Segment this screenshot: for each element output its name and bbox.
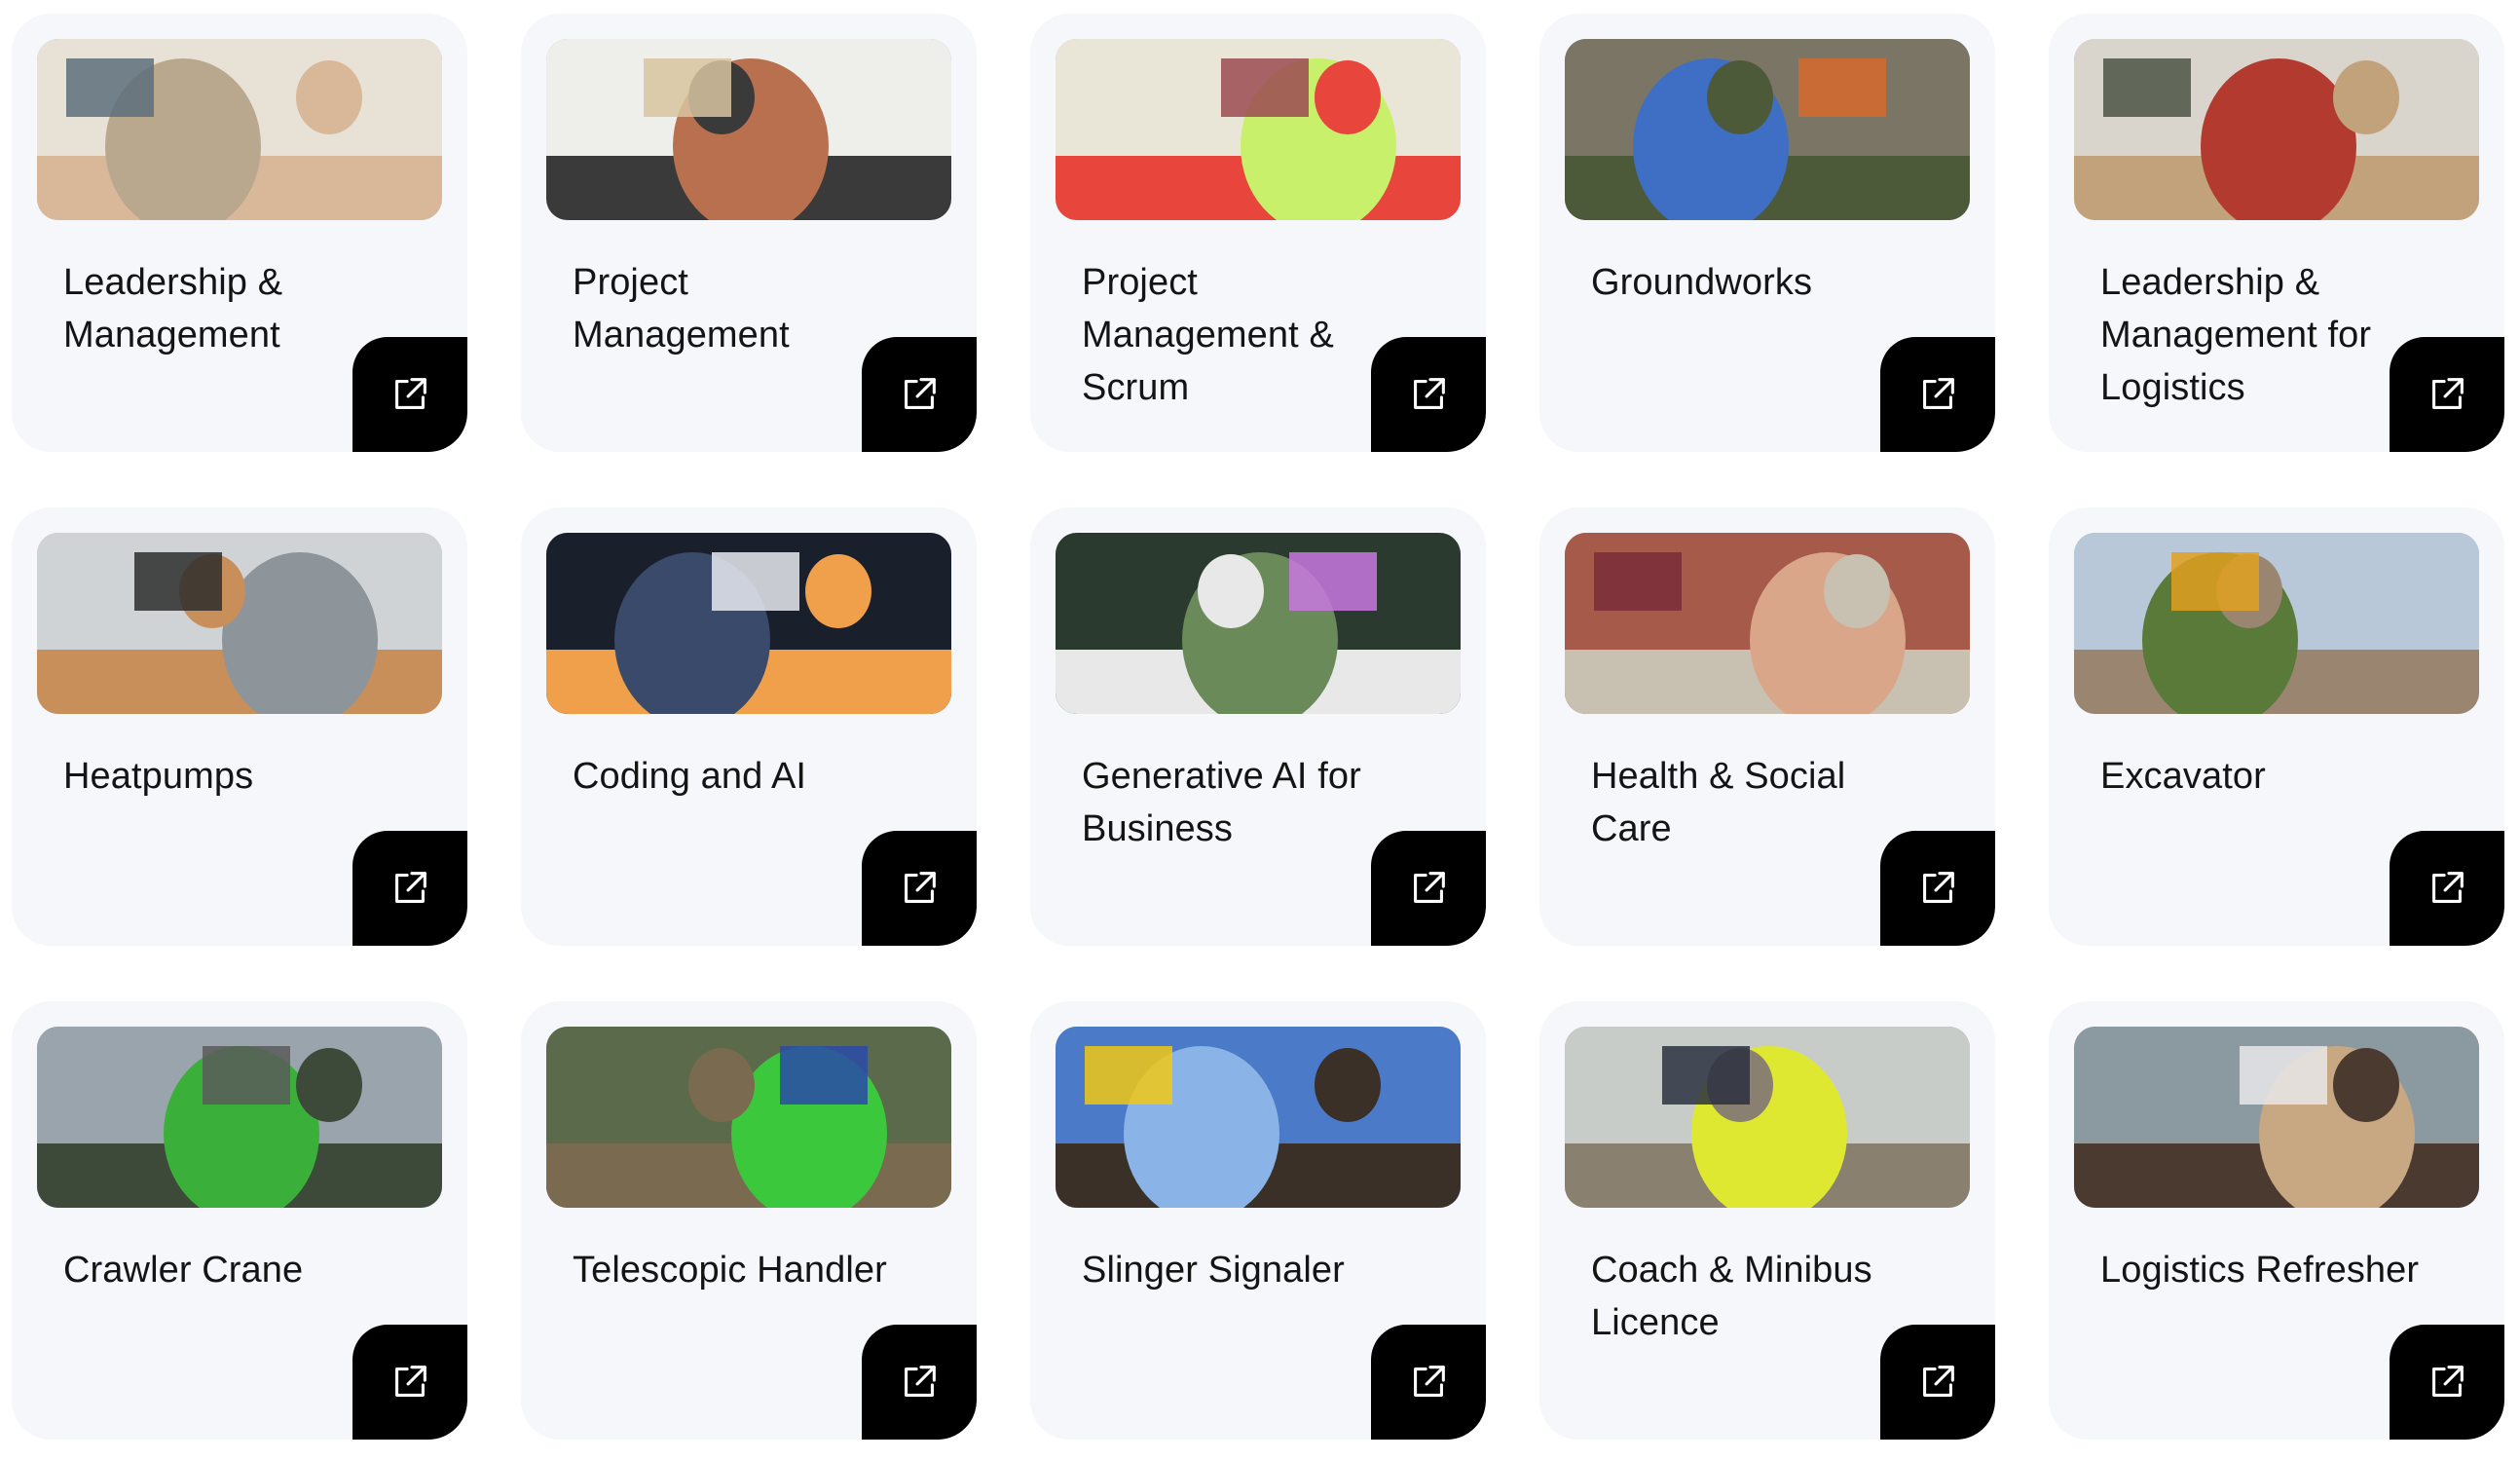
open-course-button[interactable] — [352, 831, 467, 946]
course-title: Coding and AI — [573, 756, 807, 797]
slinger-hard-hat-photo — [1056, 1027, 1461, 1208]
external-link-icon — [1414, 378, 1445, 409]
course-title: Project Management & Scrum — [1082, 262, 1334, 408]
course-title: Slinger Signaler — [1082, 1250, 1345, 1291]
course-title: Leadership & Management for Logistics — [2100, 262, 2372, 408]
course-card[interactable]: Health & Social Care — [1539, 507, 1995, 946]
open-course-button[interactable] — [2390, 337, 2504, 452]
course-card[interactable]: Excavator — [2049, 507, 2504, 946]
course-card[interactable]: Leadership & Management for Logistics — [2049, 14, 2504, 452]
warehouse-workers-boxes-photo — [2074, 1027, 2479, 1208]
open-course-button[interactable] — [1880, 831, 1995, 946]
course-title: Telescopic Handler — [573, 1250, 887, 1291]
course-card[interactable]: Project Management — [521, 14, 977, 452]
open-course-button[interactable] — [1880, 337, 1995, 452]
course-card[interactable]: Leadership & Management — [12, 14, 467, 452]
course-title: Generative AI for Business — [1082, 756, 1361, 849]
woman-writing-on-whiteboard-photo — [546, 39, 951, 220]
external-link-icon — [1923, 378, 1954, 409]
open-course-button[interactable] — [1371, 1325, 1486, 1440]
course-card[interactable]: Coding and AI — [521, 507, 977, 946]
open-course-button[interactable] — [2390, 1325, 2504, 1440]
open-course-button[interactable] — [862, 831, 977, 946]
laptop-chatgpt-photo — [1056, 533, 1461, 714]
course-card[interactable]: Heatpumps — [12, 507, 467, 946]
external-link-icon — [2432, 872, 2464, 903]
course-card[interactable]: Generative AI for Business — [1030, 507, 1486, 946]
external-link-icon — [395, 1366, 426, 1397]
course-title: Heatpumps — [63, 756, 254, 797]
course-card[interactable]: Crawler Crane — [12, 1001, 467, 1440]
course-title: Excavator — [2100, 756, 2266, 797]
carer-and-man-laughing-photo — [1565, 533, 1970, 714]
external-link-icon — [905, 872, 936, 903]
external-link-icon — [905, 378, 936, 409]
telehandler-on-site-photo — [546, 1027, 951, 1208]
external-link-icon — [1923, 1366, 1954, 1397]
external-link-icon — [1414, 872, 1445, 903]
external-link-icon — [2432, 1366, 2464, 1397]
course-title: Health & Social Care — [1591, 756, 1846, 849]
course-title: Leadership & Management — [63, 262, 283, 356]
external-link-icon — [2432, 378, 2464, 409]
open-course-button[interactable] — [862, 1325, 977, 1440]
team-meeting-whiteboard-photo — [37, 39, 442, 220]
course-title: Coach & Minibus Licence — [1591, 1250, 1872, 1343]
open-course-button[interactable] — [352, 1325, 467, 1440]
course-card[interactable]: Telescopic Handler — [521, 1001, 977, 1440]
construction-worker-photo — [1565, 39, 1970, 220]
external-link-icon — [1923, 872, 1954, 903]
sticky-notes-wall-photo — [1056, 39, 1461, 220]
course-title: Project Management — [573, 262, 790, 356]
course-card[interactable]: Slinger Signaler — [1030, 1001, 1486, 1440]
external-link-icon — [905, 1366, 936, 1397]
green-crawler-crane-photo — [37, 1027, 442, 1208]
open-course-button[interactable] — [1880, 1325, 1995, 1440]
engineer-at-electrical-panel-photo — [37, 533, 442, 714]
open-course-button[interactable] — [352, 337, 467, 452]
course-card[interactable]: Project Management & Scrum — [1030, 14, 1486, 452]
warehouse-worker-photo — [2074, 39, 2479, 220]
open-course-button[interactable] — [2390, 831, 2504, 946]
course-title: Logistics Refresher — [2100, 1250, 2420, 1291]
open-course-button[interactable] — [1371, 337, 1486, 452]
developer-screens-photo — [546, 533, 951, 714]
external-link-icon — [1414, 1366, 1445, 1397]
open-course-button[interactable] — [862, 337, 977, 452]
course-card[interactable]: Logistics Refresher — [2049, 1001, 2504, 1440]
bus-drivers-photo — [1565, 1027, 1970, 1208]
course-card[interactable]: Groundworks — [1539, 14, 1995, 452]
external-link-icon — [395, 872, 426, 903]
course-grid: Leadership & Management Project Manageme… — [12, 14, 2508, 1440]
course-title: Groundworks — [1591, 262, 1813, 303]
external-link-icon — [395, 378, 426, 409]
excavator-on-site-photo — [2074, 533, 2479, 714]
course-card[interactable]: Coach & Minibus Licence — [1539, 1001, 1995, 1440]
open-course-button[interactable] — [1371, 831, 1486, 946]
course-title: Crawler Crane — [63, 1250, 304, 1291]
